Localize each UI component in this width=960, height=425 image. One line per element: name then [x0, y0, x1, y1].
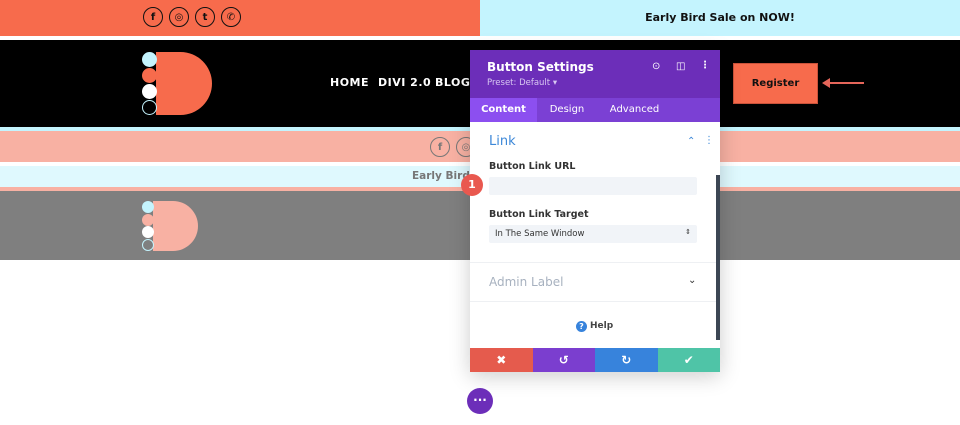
tab-content[interactable]: Content — [470, 98, 537, 122]
link-section-title[interactable]: Link — [489, 134, 516, 149]
more-options-icon[interactable]: ⋮ — [700, 60, 710, 71]
preview-logo — [142, 201, 198, 251]
button-link-target-select[interactable]: In The Same Window ⇕ — [489, 225, 697, 243]
arrow-icon — [824, 82, 864, 84]
save-button[interactable]: ✔ — [657, 348, 720, 372]
facebook-icon: f — [430, 137, 450, 157]
nav-home[interactable]: HOME — [330, 76, 369, 89]
undo-button[interactable]: ↺ — [532, 348, 595, 372]
target-value: In The Same Window — [495, 229, 585, 239]
chevron-up-icon[interactable]: ⌃ — [687, 136, 695, 147]
sale-text: Early Bird Sale on NOW! — [645, 11, 795, 24]
help-icon[interactable]: ? — [576, 321, 587, 332]
facebook-icon[interactable]: f — [143, 7, 163, 27]
divider — [470, 301, 716, 302]
url-label: Button Link URL — [489, 161, 576, 172]
tab-design[interactable]: Design — [537, 98, 597, 122]
section-options-icon[interactable]: ⋮ — [704, 135, 714, 146]
logo — [142, 52, 212, 116]
more-actions-button[interactable]: ··· — [467, 388, 493, 414]
top-bar-social: f ◎ t ✆ — [0, 0, 480, 36]
divider — [470, 262, 716, 263]
chevron-down-icon[interactable]: ⌄ — [688, 275, 696, 286]
discard-button[interactable]: ✖ — [470, 348, 533, 372]
twitter-icon[interactable]: t — [195, 7, 215, 27]
redo-button[interactable]: ↻ — [595, 348, 658, 372]
select-arrows-icon: ⇕ — [685, 228, 691, 236]
nav-blog[interactable]: BLOG — [435, 76, 470, 89]
panel-header: Button Settings Preset: Default ▾ ⊙ ◫ ⋮ — [470, 50, 720, 98]
instagram-icon[interactable]: ◎ — [169, 7, 189, 27]
tab-advanced[interactable]: Advanced — [597, 98, 672, 122]
whatsapp-icon[interactable]: ✆ — [221, 7, 241, 27]
admin-label-section[interactable]: Admin Label — [489, 275, 563, 289]
split-view-icon[interactable]: ◫ — [676, 61, 685, 72]
arrow-head-icon — [822, 78, 830, 88]
button-settings-panel: Button Settings Preset: Default ▾ ⊙ ◫ ⋮ … — [461, 50, 720, 372]
panel-title: Button Settings — [487, 60, 594, 74]
focus-icon[interactable]: ⊙ — [652, 61, 660, 72]
step-badge: 1 — [461, 174, 483, 196]
scrollbar[interactable] — [716, 175, 720, 340]
register-button[interactable]: Register — [733, 63, 818, 104]
target-label: Button Link Target — [489, 209, 589, 220]
preset-dropdown[interactable]: Preset: Default ▾ — [487, 78, 557, 88]
nav-divi[interactable]: DIVI 2.0 — [378, 76, 431, 89]
help-link[interactable]: Help — [590, 321, 613, 331]
button-link-url-input[interactable] — [489, 177, 697, 195]
